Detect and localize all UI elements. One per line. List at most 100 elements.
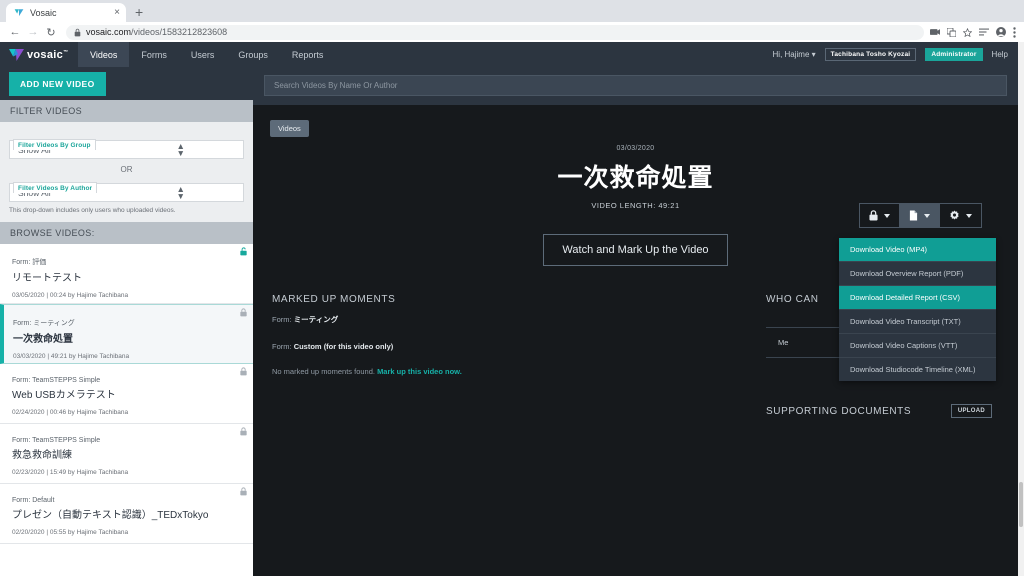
marked-up-custom-line: Form: Custom (for this video only)	[272, 342, 758, 351]
list-item[interactable]: Form: TeamSTEPPS Simple 救急救命訓練 02/23/202…	[0, 424, 253, 484]
list-item-form: Form: Default	[12, 497, 55, 504]
menu-item-download-video-mp4[interactable]: Download Video (MP4)	[839, 238, 996, 262]
locked-padlock-icon	[240, 427, 247, 436]
no-moments-text: No marked up moments found.	[272, 367, 375, 376]
select-arrows-icon: ▲ ▼	[176, 140, 185, 158]
marked-up-moments-section: MARKED UP MOMENTS Form: ミーティング Form: Cus…	[253, 294, 758, 418]
menu-item-download-overview-pdf[interactable]: Download Overview Report (PDF)	[839, 262, 996, 286]
url-path: /videos/1583212823608	[131, 27, 228, 37]
brand-tm: ™	[63, 48, 69, 55]
url-domain: vosaic.com	[86, 27, 132, 37]
browser-tab[interactable]: Vosaic ×	[6, 3, 126, 22]
list-item-selected[interactable]: Form: ミーティング 一次救命処置 03/03/2020 | 49:21 b…	[0, 304, 253, 364]
nav-item-forms[interactable]: Forms	[129, 42, 179, 67]
role-badge[interactable]: Administrator	[925, 48, 983, 61]
forward-icon[interactable]: →	[24, 23, 42, 41]
settings-dropdown-button[interactable]	[940, 204, 981, 227]
mark-up-now-link[interactable]: Mark up this video now.	[377, 367, 462, 376]
close-icon[interactable]: ×	[114, 7, 120, 18]
sidebar: ADD NEW VIDEO FILTER VIDEOS Filter Video…	[0, 67, 253, 576]
menu-item-download-transcript-txt[interactable]: Download Video Transcript (TXT)	[839, 310, 996, 334]
translate-icon[interactable]	[947, 27, 956, 37]
privacy-dropdown-button[interactable]	[860, 204, 900, 227]
list-item-meta: 03/03/2020 | 49:21 by Hajime Tachibana	[13, 353, 130, 360]
vosaic-logo[interactable]: vosaic™	[0, 42, 78, 67]
browser-tab-title: Vosaic	[30, 7, 57, 18]
breadcrumb[interactable]: Videos	[270, 120, 309, 137]
list-item[interactable]: Form: TeamSTEPPS Simple Web USBカメラテスト 02…	[0, 364, 253, 424]
filter-panel: Filter Videos By Group Show All ▲▼ OR Fi…	[0, 122, 253, 222]
vosaic-favicon-icon	[14, 8, 24, 16]
list-item-form: Form: ミーティング	[13, 320, 75, 327]
download-dropdown-button[interactable]	[900, 204, 940, 227]
filter-or-text: OR	[120, 165, 133, 174]
supporting-documents-heading: SUPPORTING DOCUMENTS	[766, 405, 912, 417]
web-page: vosaic™ Videos Forms Users Groups Report…	[0, 42, 1018, 576]
nav-item-users[interactable]: Users	[179, 42, 227, 67]
custom-value: Custom (for this video only)	[293, 342, 394, 351]
browser-toolbar: ← → ↻ vosaic.com/videos/1583212823608	[0, 22, 1024, 42]
form-value: ミーティング	[293, 315, 339, 324]
browser-tab-strip: Vosaic × +	[0, 0, 1024, 22]
list-item-title: プレゼン（自動テキスト認識）_TEDxTokyo	[12, 510, 209, 521]
browser-toolbar-icons	[930, 26, 1018, 38]
vosaic-logo-text: vosaic™	[27, 49, 68, 61]
watch-and-markup-button[interactable]: Watch and Mark Up the Video	[543, 234, 728, 266]
custom-label: Form:	[272, 342, 292, 351]
list-item-meta: 02/24/2020 | 00:46 by Hajime Tachibana	[12, 409, 129, 416]
media-icon[interactable]	[930, 28, 940, 36]
list-item-form: Form: 評価	[12, 259, 47, 266]
reading-list-icon[interactable]	[979, 28, 989, 36]
menu-item-download-studiocode-xml[interactable]: Download Studiocode Timeline (XML)	[839, 358, 996, 381]
list-item[interactable]: Form: 評価 リモートテスト 03/05/2020 | 00:24 by H…	[0, 244, 253, 304]
nav-item-videos[interactable]: Videos	[78, 42, 130, 67]
search-bar	[253, 67, 1018, 105]
menu-item-download-detailed-csv[interactable]: Download Detailed Report (CSV)	[839, 286, 996, 310]
list-item-meta: 03/05/2020 | 00:24 by Hajime Tachibana	[12, 292, 129, 299]
kebab-menu-icon[interactable]	[1013, 26, 1016, 38]
locked-padlock-icon	[240, 367, 247, 376]
list-item-meta: 02/23/2020 | 15:49 by Hajime Tachibana	[12, 469, 129, 476]
reload-icon[interactable]: ↻	[42, 23, 60, 41]
address-bar-url: vosaic.com/videos/1583212823608	[86, 27, 227, 37]
author-filter-hint: This drop-down includes only users who u…	[9, 207, 176, 214]
gear-icon	[950, 210, 959, 220]
app-navbar: vosaic™ Videos Forms Users Groups Report…	[0, 42, 1018, 67]
scrollbar-thumb[interactable]	[1019, 482, 1023, 527]
menu-item-download-captions-vtt[interactable]: Download Video Captions (VTT)	[839, 334, 996, 358]
organization-badge: Tachibana Tosho Kyozai	[824, 48, 917, 61]
list-item-form: Form: TeamSTEPPS Simple	[12, 377, 101, 384]
sidebar-top: ADD NEW VIDEO	[0, 67, 253, 100]
add-new-video-button[interactable]: ADD NEW VIDEO	[9, 71, 106, 96]
profile-icon[interactable]	[996, 27, 1006, 37]
search-input[interactable]	[264, 75, 1007, 96]
app-nav-items: Videos Forms Users Groups Reports	[78, 42, 335, 67]
vosaic-logo-icon	[9, 48, 24, 61]
chevron-down-icon	[924, 213, 930, 218]
user-menu[interactable]: Hi, Hajime ▾	[773, 50, 816, 59]
browser-scrollbar[interactable]	[1018, 42, 1024, 576]
navbar-right: Hi, Hajime ▾ Tachibana Tosho Kyozai Admi…	[773, 42, 1018, 67]
list-item[interactable]: Form: Default プレゼン（自動テキスト認識）_TEDxTokyo 0…	[0, 484, 253, 544]
bookmark-star-icon[interactable]	[963, 27, 972, 37]
list-item-title: リモートテスト	[12, 273, 82, 284]
nav-item-groups[interactable]: Groups	[226, 42, 280, 67]
chevron-down-icon	[884, 213, 890, 218]
upload-button[interactable]: UPLOAD	[950, 404, 992, 418]
address-bar[interactable]: vosaic.com/videos/1583212823608	[66, 24, 924, 40]
list-item-form: Form: TeamSTEPPS Simple	[12, 437, 101, 444]
list-item-title: Web USBカメラテスト	[12, 390, 116, 401]
video-list[interactable]: Form: 評価 リモートテスト 03/05/2020 | 00:24 by H…	[0, 244, 253, 576]
group-filter-legend: Filter Videos By Group	[13, 139, 96, 150]
help-link[interactable]: Help	[992, 50, 1008, 59]
back-icon[interactable]: ←	[6, 23, 24, 41]
nav-item-users-label: Users	[190, 49, 215, 60]
site-lock-icon	[74, 28, 81, 36]
nav-item-reports[interactable]: Reports	[280, 42, 336, 67]
select-arrows-icon: ▲ ▼	[176, 183, 185, 201]
list-item-title: 一次救命処置	[13, 334, 73, 345]
form-label: Form:	[272, 315, 292, 324]
padlock-icon	[869, 210, 878, 221]
new-tab-icon[interactable]: +	[135, 4, 143, 20]
download-dropdown-menu[interactable]: Download Video (MP4) Download Overview R…	[839, 238, 996, 381]
